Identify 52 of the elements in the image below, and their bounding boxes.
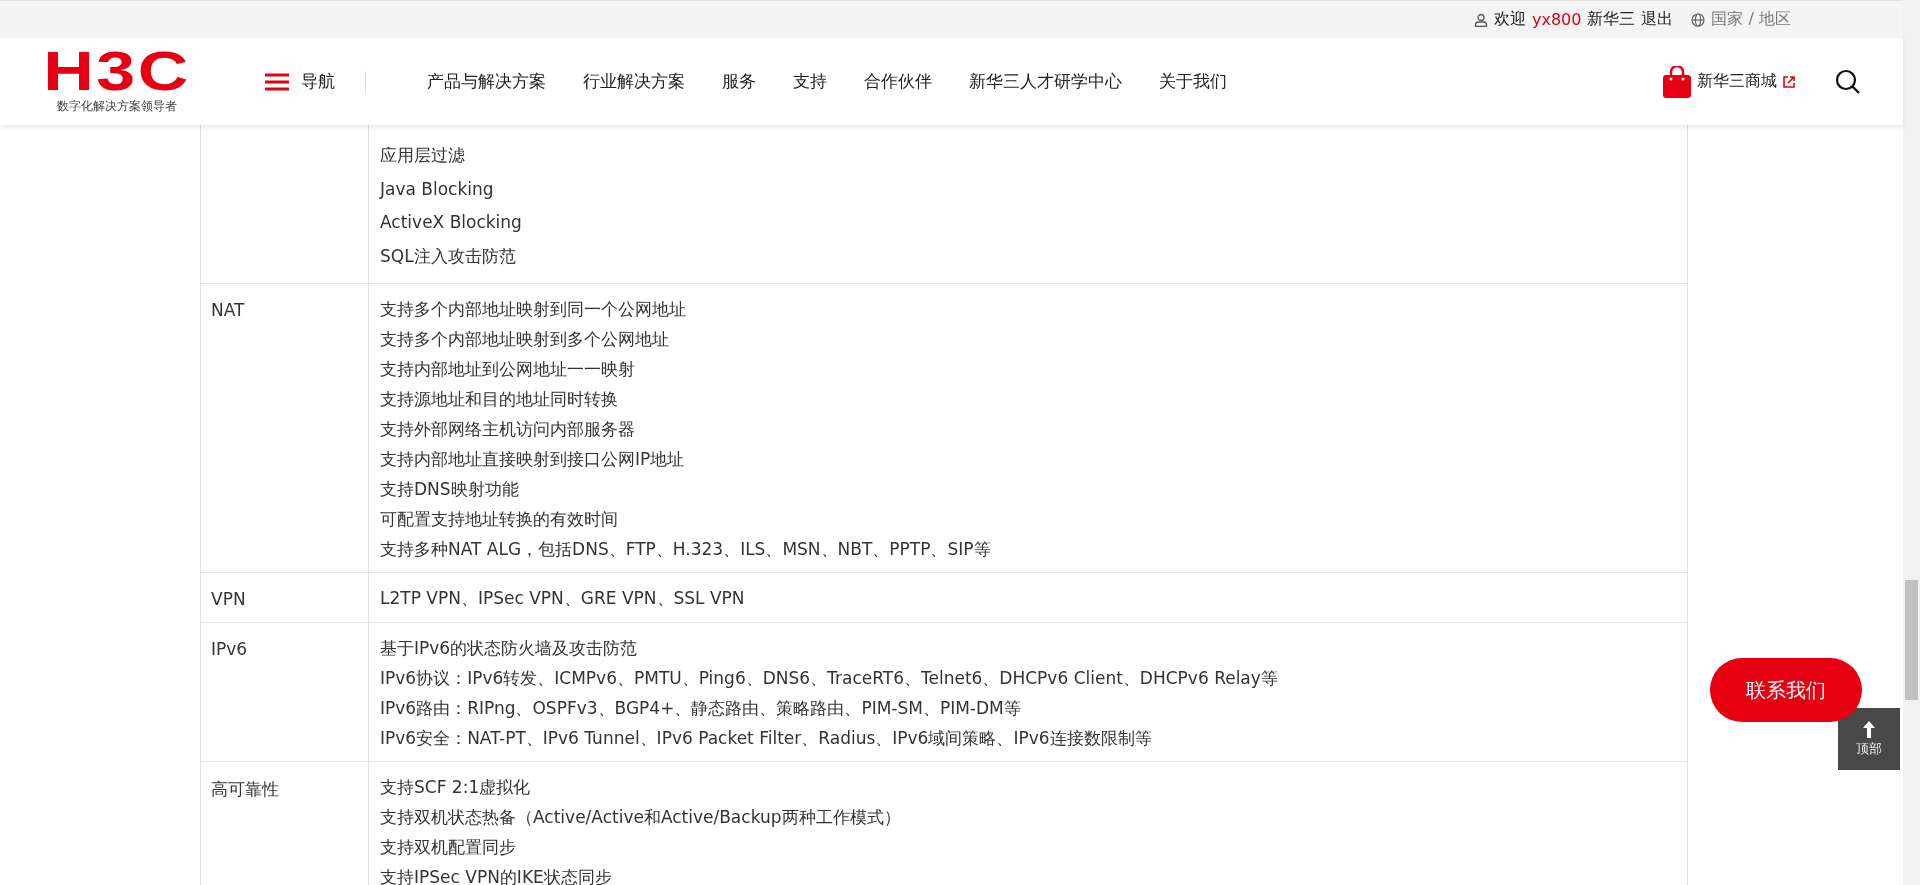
shop-link[interactable]: 新华三商城 [1697, 71, 1777, 92]
feature-description: IPv6协议：IPv6转发、ICMPv6、PMTU、Ping6、DNS6、TraceRT6、Telnet6、DHCPv6 Client、DHCPv6 Relay等 [380, 667, 1279, 690]
user-icon [1473, 12, 1488, 27]
nav-link[interactable]: 服务 [722, 70, 756, 93]
nav-link[interactable]: 行业解决方案 [583, 70, 685, 93]
feature-description: 支持双机状态热备（Active/Active和Active/Backup两种工作模式） [380, 806, 902, 829]
nav-link[interactable]: 新华三人才研学中心 [969, 70, 1122, 93]
feature-description: 可配置支持地址转换的有效时间 [380, 508, 619, 531]
nav-link[interactable]: 合作伙伴 [864, 70, 932, 93]
username-link[interactable]: yx800 [1531, 10, 1582, 29]
shopping-bag-icon[interactable] [1663, 65, 1691, 98]
menu-icon[interactable] [265, 72, 289, 91]
menu-label[interactable]: 导航 [301, 70, 335, 93]
feature-description: 支持源地址和目的地址同时转换 [380, 388, 619, 411]
feature-description: SQL注入攻击防范 [380, 244, 517, 268]
globe-icon [1691, 12, 1706, 27]
feature-description: 基于IPv6的状态防火墙及攻击防范 [380, 637, 639, 660]
scrollbar-thumb[interactable] [1905, 580, 1918, 700]
feature-label: 高可靠性 [211, 779, 279, 799]
feature-label: VPN [211, 589, 246, 609]
feature-description: ActiveX Blocking [380, 211, 523, 234]
contact-us-button[interactable]: 联系我们 [1710, 658, 1862, 722]
feature-description: 支持多个内部地址映射到同一个公网地址 [380, 298, 687, 321]
feature-description: IPv6路由：RIPng、OSPFv3、BGP4+、静态路由、策略路由、PIM-SM、PIM-DM等 [380, 697, 1022, 720]
feature-description: 支持外部网络主机访问内部服务器 [380, 418, 636, 441]
feature-description: 支持多个内部地址映射到多个公网地址 [380, 328, 670, 351]
company-text: 新华三 [1587, 9, 1636, 30]
search-icon[interactable] [1835, 68, 1861, 95]
nav-link[interactable]: 关于我们 [1159, 70, 1227, 93]
feature-description: 支持内部地址到公网地址一一映射 [380, 358, 636, 381]
feature-description: 支持多种NAT ALG，包括DNS、FTP、H.323、ILS、MSN、NBT、PPTP、SIP等 [380, 538, 992, 561]
nav-link[interactable]: 支持 [793, 70, 827, 93]
welcome-text: 欢迎 [1493, 9, 1526, 30]
logout-link[interactable]: 退出 [1641, 9, 1674, 30]
logo[interactable]: H3C [43, 48, 191, 94]
back-to-top-button[interactable]: 顶部 [1838, 708, 1900, 770]
feature-description: 支持内部地址直接映射到接口公网IP地址 [380, 448, 686, 471]
logo-tagline: 数字化解决方案领导者 [57, 98, 177, 115]
feature-label: NAT [211, 300, 245, 320]
feature-label: IPv6 [211, 639, 248, 659]
feature-description: L2TP VPN、IPSec VPN、GRE VPN、SSL VPN [380, 587, 746, 610]
nav-link[interactable]: 产品与解决方案 [427, 70, 546, 93]
feature-description: IPv6安全：NAT-PT、IPv6 Tunnel、IPv6 Packet Filter、Radius、IPv6域间策略、IPv6连接数限制等 [380, 727, 1153, 750]
feature-description: 支持SCF 2:1虚拟化 [380, 776, 532, 799]
up-arrow-icon [1862, 720, 1876, 738]
external-link-icon [1783, 75, 1795, 88]
feature-description: 支持IPSec VPN的IKE状态同步 [380, 866, 613, 885]
feature-description: 支持双机配置同步 [380, 836, 517, 859]
feature-description: 应用层过滤 [380, 144, 466, 167]
feature-description: 支持DNS映射功能 [380, 478, 520, 501]
region-link[interactable]: 国家 / 地区 [1711, 9, 1791, 30]
feature-description: Java Blocking [380, 177, 495, 201]
